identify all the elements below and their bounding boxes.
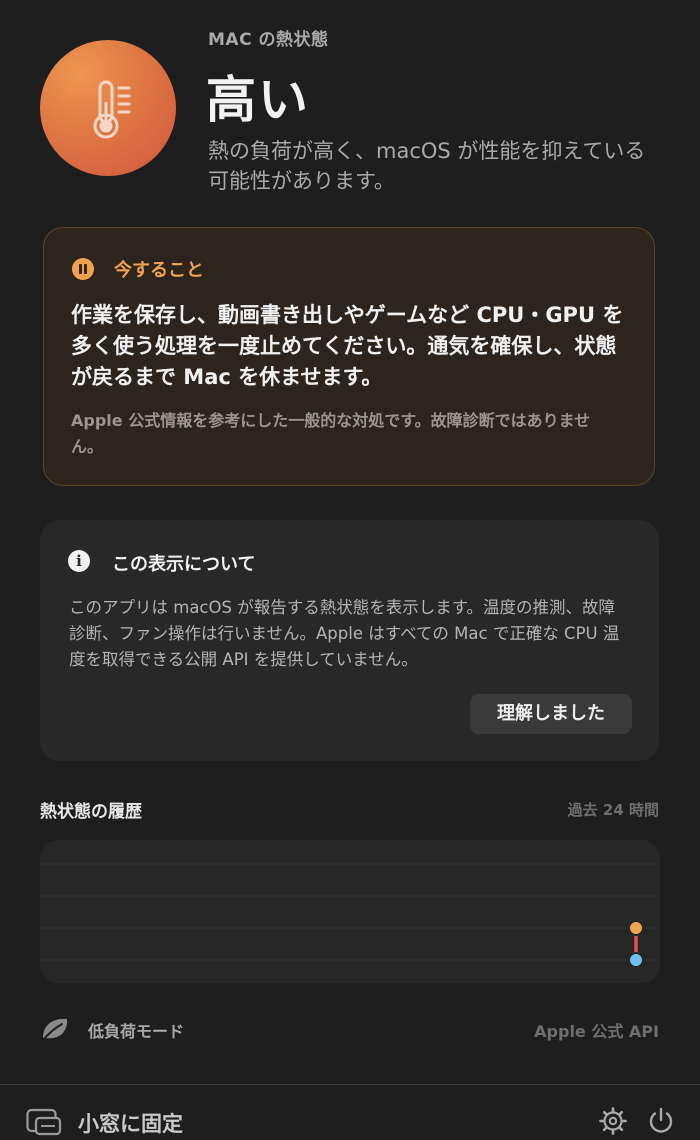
divider [0, 1084, 700, 1085]
pause-circle-icon [72, 258, 94, 280]
thermal-status-title: 高い [206, 71, 310, 129]
pin-window-label[interactable]: 小窓に固定 [78, 1108, 183, 1138]
thermal-status-description: 熱の負荷が高く、macOS が性能を抑えている可能性があります。 [208, 139, 646, 193]
action-card: 今すること 作業を保存し、動画書き出しやゲームなど CPU・GPU を多く使う処… [43, 227, 655, 486]
chart-svg [40, 863, 660, 968]
thermometer-icon [40, 40, 176, 176]
history-title: 熱状態の履歴 [40, 802, 142, 822]
chart-point-current [628, 920, 644, 936]
info-heading: この表示について [112, 554, 256, 575]
action-heading: 今すること [114, 260, 204, 281]
panel-eyebrow: MAC の熱状態 [208, 30, 329, 50]
chart-point-previous [628, 952, 644, 968]
thermal-status-panel: MAC の熱状態 高い 熱の負荷が高く、macOS が性能を抑えている可能性があ… [0, 0, 700, 1140]
history-range: 過去 24 時間 [567, 801, 659, 819]
info-card: i この表示について このアプリは macOS が報告する熱状態を表示します。温… [40, 520, 659, 761]
action-instructions: 作業を保存し、動画書き出しやゲームなど CPU・GPU を多く使う処理を一度止め… [71, 303, 624, 389]
low-power-mode-label[interactable]: 低負荷モード [88, 1018, 184, 1042]
action-disclaimer: Apple 公式情報を参考にした一般的な対処です。故障診断ではありません。 [71, 411, 591, 456]
gear-icon[interactable] [598, 1106, 628, 1136]
info-circle-icon: i [68, 550, 90, 572]
window-pin-icon[interactable] [26, 1106, 62, 1136]
data-source-label: Apple 公式 API [534, 1022, 659, 1041]
info-description: このアプリは macOS が報告する熱状態を表示します。温度の推測、故障診断、フ… [69, 598, 620, 669]
thermal-history-chart [40, 840, 660, 983]
power-icon[interactable] [646, 1106, 676, 1136]
leaf-icon [42, 1018, 68, 1041]
acknowledge-button[interactable]: 理解しました [470, 694, 632, 734]
